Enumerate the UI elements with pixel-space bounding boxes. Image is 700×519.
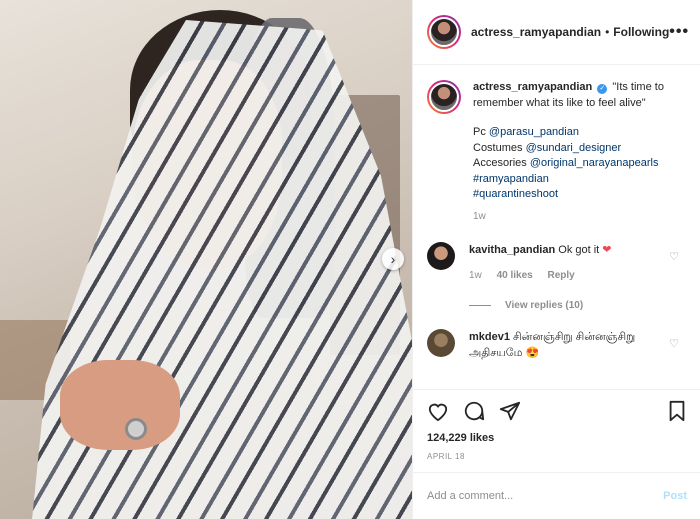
- commenter-avatar[interactable]: [427, 242, 455, 270]
- like-count[interactable]: 124,229 likes: [427, 432, 687, 444]
- accesories-label: Accesories: [473, 157, 527, 169]
- post-details-pane: actress_ramyapandian • Following ••• act…: [412, 0, 700, 519]
- profile-avatar[interactable]: [427, 15, 461, 49]
- next-photo-button[interactable]: ›: [382, 248, 404, 270]
- comment-time: 1w: [469, 270, 482, 281]
- share-icon[interactable]: [499, 400, 521, 422]
- comments-section: actress_ramyapandian ✓ "Its time to reme…: [413, 66, 700, 388]
- hashtag-ramyapandian[interactable]: #ramyapandian: [473, 172, 687, 188]
- bookmark-icon[interactable]: [667, 400, 687, 422]
- view-replies-button[interactable]: View replies (10): [469, 300, 687, 311]
- caption: actress_ramyapandian ✓ "Its time to reme…: [427, 80, 687, 224]
- photo-ring: [125, 418, 147, 440]
- post-header: actress_ramyapandian • Following •••: [413, 0, 700, 65]
- more-icon[interactable]: •••: [669, 23, 689, 41]
- costumes-label: Costumes: [473, 141, 523, 154]
- pc-link[interactable]: @parasu_pandian: [489, 126, 579, 138]
- caption-username[interactable]: actress_ramyapandian: [473, 81, 592, 93]
- comment-item: mkdev1 சின்னஞ்சிறு சின்னஞ்சிறு அதிசயமே 😍…: [427, 329, 687, 361]
- hashtag-quarantineshoot[interactable]: #quarantineshoot: [473, 187, 687, 203]
- post-button[interactable]: Post: [663, 490, 687, 502]
- caption-avatar[interactable]: [427, 80, 461, 114]
- reply-button[interactable]: Reply: [548, 270, 575, 281]
- pc-label: Pc: [473, 126, 486, 138]
- comment-likes[interactable]: 40 likes: [497, 270, 533, 281]
- add-comment-bar: Add a comment... Post: [413, 472, 700, 519]
- comment-input[interactable]: Add a comment...: [427, 490, 663, 502]
- verified-icon: ✓: [597, 84, 608, 94]
- costumes-link[interactable]: @sundari_designer: [526, 142, 622, 154]
- view-replies-label: View replies (10): [505, 300, 584, 311]
- accesories-link[interactable]: @original_narayanapearls: [530, 157, 659, 169]
- comment-like-icon[interactable]: ♡: [669, 250, 679, 263]
- header-separator: •: [605, 25, 610, 39]
- post-photo[interactable]: ›: [0, 0, 412, 519]
- heart-icon[interactable]: [427, 401, 449, 421]
- comment-username[interactable]: mkdev1: [469, 331, 510, 343]
- comment-text: Ok got it: [558, 244, 600, 256]
- post-actions: 124,229 likes APRIL 18: [413, 389, 700, 471]
- comment-like-icon[interactable]: ♡: [669, 337, 679, 350]
- comment-item: kavitha_pandian Ok got it ❤ 1w 40 likes …: [427, 242, 687, 284]
- commenter-avatar[interactable]: [427, 329, 455, 357]
- header-username[interactable]: actress_ramyapandian: [471, 25, 601, 39]
- heart-emoji: ❤: [602, 244, 612, 256]
- comment-icon[interactable]: [463, 400, 485, 422]
- heart-eyes-emoji: 😍: [525, 347, 540, 359]
- post-date: APRIL 18: [427, 452, 465, 461]
- photo-hand: [60, 360, 180, 450]
- comment-username[interactable]: kavitha_pandian: [469, 244, 555, 256]
- caption-time: 1w: [473, 210, 486, 222]
- following-button[interactable]: Following: [613, 25, 669, 39]
